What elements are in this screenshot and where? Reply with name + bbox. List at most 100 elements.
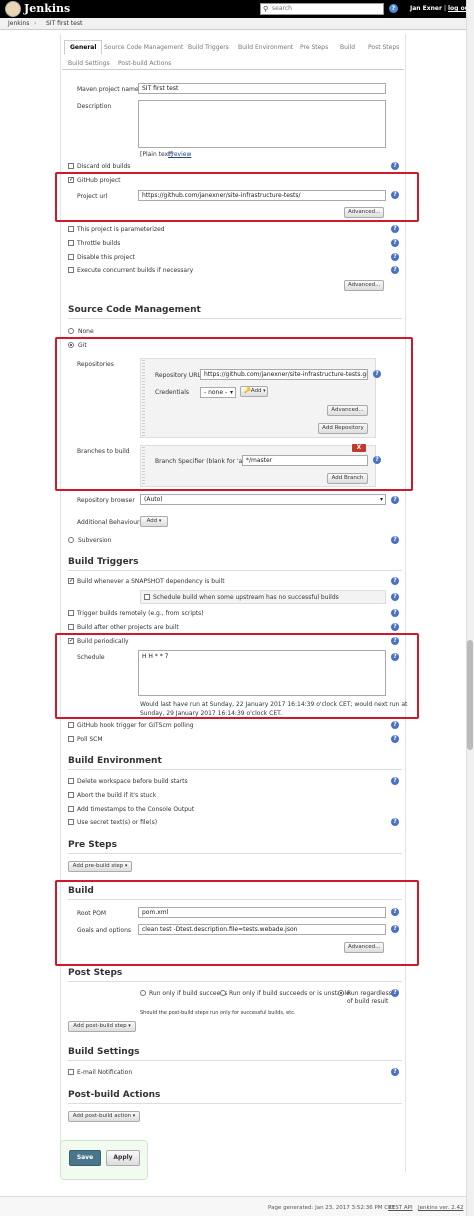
- advanced-button[interactable]: Advanced...: [344, 280, 384, 291]
- tab-post-build-actions[interactable]: Post-build Actions: [118, 60, 171, 67]
- help-icon[interactable]: ?: [373, 456, 381, 464]
- run-if-succeeds-radio[interactable]: [140, 990, 146, 996]
- email-notification-checkbox[interactable]: [68, 1069, 74, 1075]
- help-icon[interactable]: ?: [391, 536, 399, 544]
- abort-stuck-checkbox[interactable]: [68, 792, 74, 798]
- schedule-upstream-checkbox[interactable]: [144, 594, 150, 600]
- help-icon[interactable]: ?: [389, 4, 398, 13]
- repo-url-input[interactable]: https://github.com/janexner/site-infrast…: [200, 369, 368, 380]
- disable-project-checkbox[interactable]: [68, 254, 74, 260]
- breadcrumb-project[interactable]: SIT first test: [46, 20, 82, 27]
- throttle-checkbox[interactable]: [68, 240, 74, 246]
- help-icon[interactable]: ?: [391, 818, 399, 826]
- tab-post-steps[interactable]: Post Steps: [368, 44, 399, 51]
- help-icon[interactable]: ?: [391, 577, 399, 585]
- run-if-unstable-radio[interactable]: [220, 990, 226, 996]
- add-post-build-action-button[interactable]: Add post-build action: [68, 1111, 140, 1122]
- schedule-textarea[interactable]: H H * * 7: [138, 650, 386, 696]
- help-icon[interactable]: ?: [391, 637, 399, 645]
- schedule-upstream-label: Schedule build when some upstream has no…: [153, 594, 339, 601]
- help-icon[interactable]: ?: [391, 225, 399, 233]
- add-credentials-button[interactable]: 🔑Add: [240, 386, 268, 397]
- credentials-select[interactable]: - none -: [200, 387, 236, 398]
- jenkins-logo-icon[interactable]: [5, 1, 21, 17]
- add-repository-button[interactable]: Add Repository: [318, 423, 368, 434]
- help-icon[interactable]: ?: [391, 239, 399, 247]
- concurrent-builds-checkbox[interactable]: [68, 267, 74, 273]
- build-after-other-checkbox[interactable]: [68, 624, 74, 630]
- drag-handle[interactable]: [142, 360, 145, 436]
- discard-old-builds-checkbox[interactable]: [68, 163, 74, 169]
- project-url-input[interactable]: https://github.com/janexner/site-infrast…: [138, 190, 386, 201]
- advanced-button[interactable]: Advanced...: [344, 942, 384, 953]
- scm-none-radio[interactable]: [68, 328, 74, 334]
- help-icon[interactable]: ?: [391, 593, 399, 601]
- help-icon[interactable]: ?: [391, 253, 399, 261]
- goals-input[interactable]: clean test -Dtest.description.file=tests…: [138, 924, 386, 935]
- scrollbar[interactable]: [466, 0, 474, 1216]
- help-icon[interactable]: ?: [391, 777, 399, 785]
- jenkins-version-link[interactable]: Jenkins ver. 2.42: [418, 1205, 463, 1211]
- help-icon[interactable]: ?: [391, 496, 399, 504]
- scm-git-radio[interactable]: [68, 342, 74, 348]
- parameterized-checkbox[interactable]: [68, 226, 74, 232]
- scm-subversion-radio[interactable]: [68, 537, 74, 543]
- search-input[interactable]: [272, 5, 372, 12]
- help-icon[interactable]: ?: [373, 370, 381, 378]
- rest-api-link[interactable]: REST API: [388, 1205, 413, 1211]
- add-behaviour-button[interactable]: Add: [140, 516, 168, 527]
- help-icon[interactable]: ?: [391, 266, 399, 274]
- app-title[interactable]: Jenkins: [24, 2, 70, 15]
- drag-handle[interactable]: [142, 447, 145, 485]
- github-project-checkbox[interactable]: [68, 176, 74, 183]
- repo-browser-select[interactable]: (Auto): [140, 494, 386, 505]
- add-branch-button[interactable]: Add Branch: [327, 473, 368, 484]
- description-textarea[interactable]: [138, 100, 386, 148]
- project-url-label: Project url: [77, 193, 108, 200]
- breadcrumb-jenkins[interactable]: Jenkins: [8, 20, 29, 27]
- tab-general[interactable]: General: [64, 40, 103, 55]
- delete-branch-button[interactable]: X: [352, 444, 366, 452]
- snapshot-trigger-checkbox[interactable]: [68, 577, 74, 584]
- help-icon[interactable]: ?: [391, 191, 399, 199]
- timestamps-checkbox[interactable]: [68, 806, 74, 812]
- help-icon[interactable]: ?: [391, 721, 399, 729]
- trigger-remotely-checkbox[interactable]: [68, 610, 74, 616]
- apply-button[interactable]: Apply: [106, 1150, 140, 1166]
- scrollbar-thumb[interactable]: [467, 640, 473, 750]
- help-icon[interactable]: ?: [391, 162, 399, 170]
- advanced-button[interactable]: Advanced...: [344, 207, 384, 218]
- github-hook-checkbox[interactable]: [68, 722, 74, 728]
- tab-build[interactable]: Build: [340, 44, 355, 51]
- help-icon[interactable]: ?: [391, 735, 399, 743]
- delete-workspace-checkbox[interactable]: [68, 778, 74, 784]
- poll-scm-checkbox[interactable]: [68, 736, 74, 742]
- help-icon[interactable]: ?: [391, 925, 399, 933]
- root-pom-input[interactable]: pom.xml: [138, 907, 386, 918]
- description-label: Description: [77, 103, 112, 110]
- help-icon[interactable]: ?: [391, 623, 399, 631]
- search-box[interactable]: ⚲: [260, 3, 384, 15]
- branch-specifier-input[interactable]: */master: [242, 455, 368, 466]
- help-icon[interactable]: ?: [391, 609, 399, 617]
- secret-text-checkbox[interactable]: [68, 819, 74, 825]
- tab-source-code-management[interactable]: Source Code Management: [104, 44, 183, 51]
- preview-link[interactable]: Preview: [168, 151, 191, 158]
- tab-pre-steps[interactable]: Pre Steps: [300, 44, 328, 51]
- breadcrumb-separator: ›: [34, 20, 37, 27]
- help-icon[interactable]: ?: [391, 989, 399, 997]
- add-pre-build-step-button[interactable]: Add pre-build step: [68, 861, 132, 872]
- build-periodically-checkbox[interactable]: [68, 637, 74, 644]
- run-regardless-radio[interactable]: [338, 990, 344, 996]
- tab-build-triggers[interactable]: Build Triggers: [188, 44, 229, 51]
- help-icon[interactable]: ?: [391, 653, 399, 661]
- save-button[interactable]: Save: [69, 1150, 101, 1166]
- tab-build-settings[interactable]: Build Settings: [68, 60, 110, 67]
- tab-build-environment[interactable]: Build Environment: [238, 44, 293, 51]
- help-icon[interactable]: ?: [391, 908, 399, 916]
- help-icon[interactable]: ?: [391, 1068, 399, 1076]
- advanced-button[interactable]: Advanced...: [327, 405, 368, 416]
- user-link[interactable]: Jan Exner: [410, 5, 442, 12]
- add-post-build-step-button[interactable]: Add post-build step: [68, 1021, 136, 1032]
- project-name-input[interactable]: SIT first test: [138, 83, 386, 94]
